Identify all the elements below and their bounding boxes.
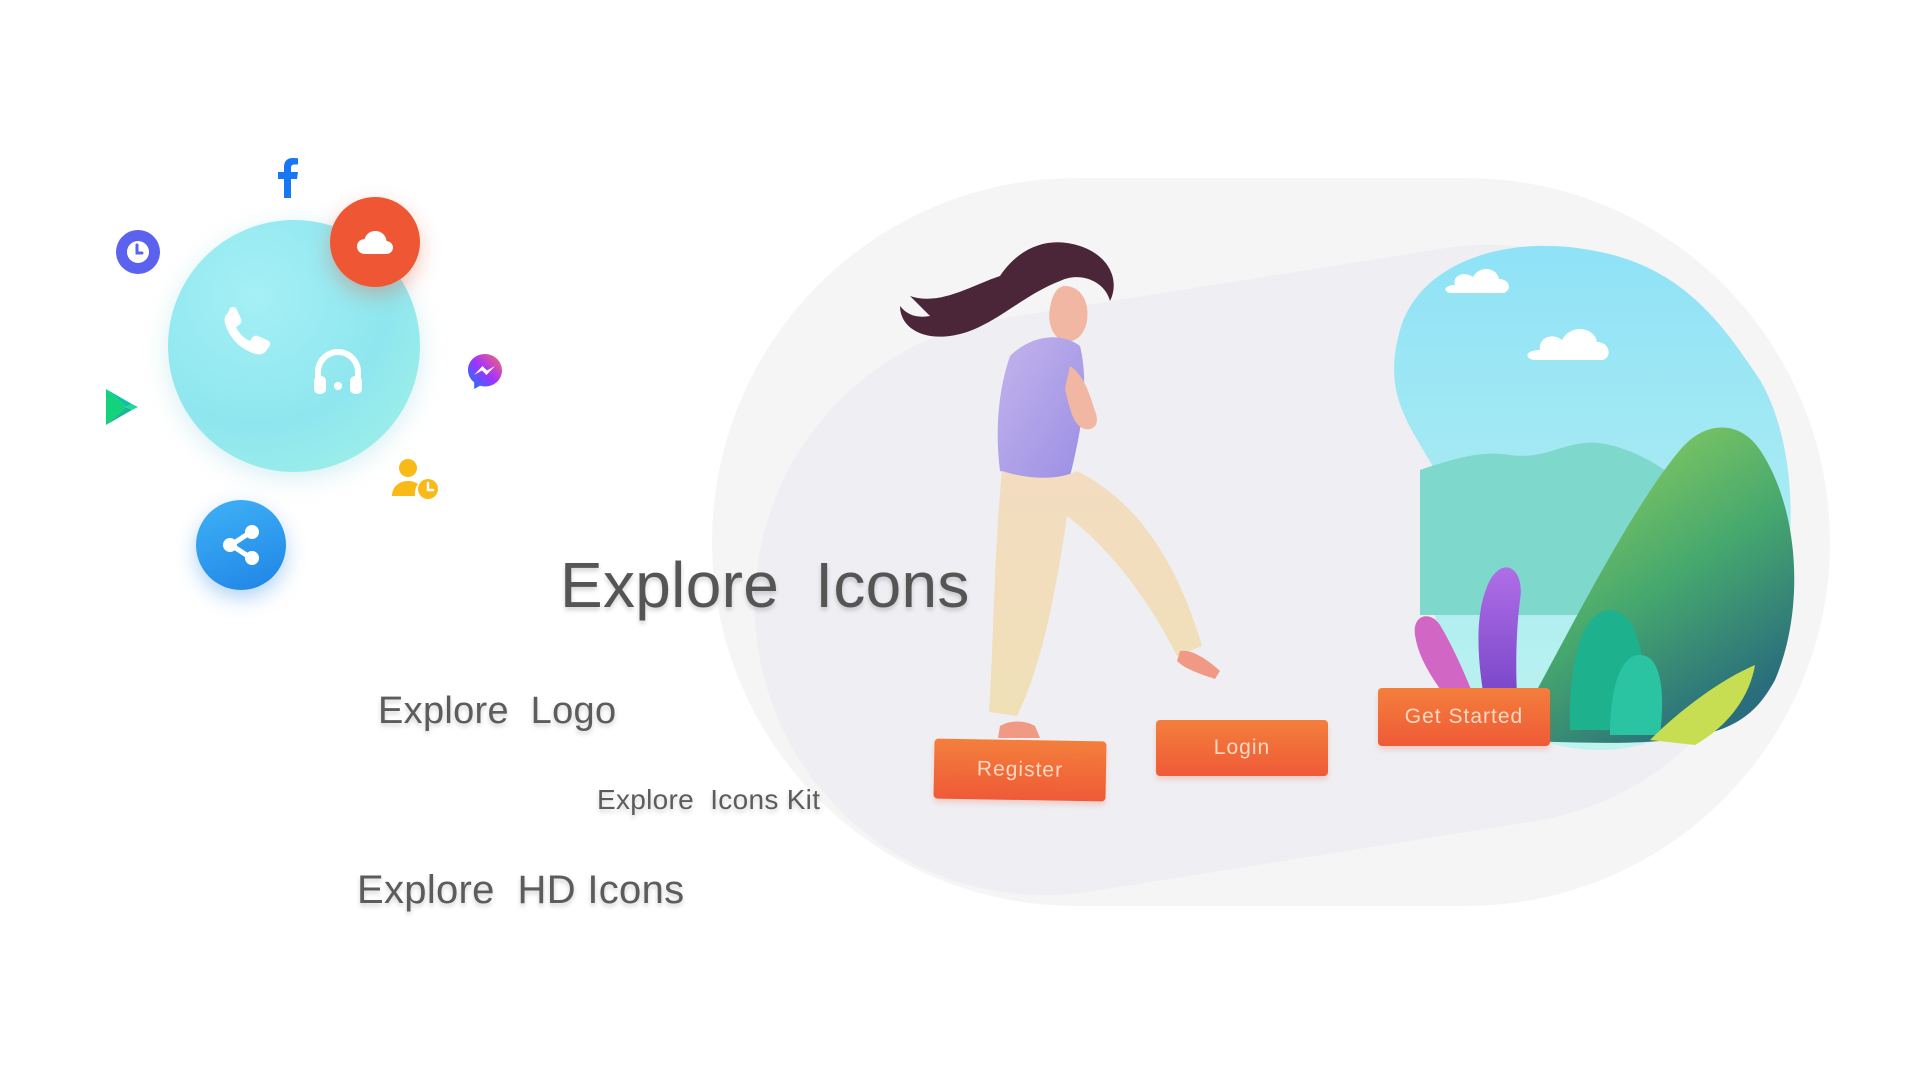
facebook-icon[interactable]	[272, 156, 302, 198]
woman-figure	[900, 242, 1220, 738]
user-clock-icon[interactable]	[390, 458, 440, 500]
landscape-scene	[1394, 245, 1795, 750]
explore-icons-kit-heading[interactable]: Explore Icons Kit	[597, 784, 820, 816]
register-step-button[interactable]: Register	[933, 738, 1107, 802]
messenger-icon[interactable]	[466, 352, 504, 390]
get-started-label: Get Started	[1404, 705, 1524, 728]
share-icon[interactable]	[196, 500, 286, 590]
clock-icon[interactable]	[116, 230, 160, 274]
explore-icons-heading[interactable]: Explore Icons	[560, 548, 970, 622]
play-store-icon[interactable]	[104, 387, 140, 427]
login-step-button[interactable]: Login	[1156, 720, 1328, 776]
explore-logo-heading[interactable]: Explore Logo	[378, 690, 616, 733]
cloud-icon[interactable]	[330, 197, 420, 287]
register-label: Register	[976, 757, 1064, 782]
explore-hd-icons-heading[interactable]: Explore HD Icons	[357, 868, 684, 913]
login-label: Login	[1213, 736, 1271, 759]
get-started-step-button[interactable]: Get Started	[1378, 688, 1550, 746]
phone-icon[interactable]	[218, 302, 278, 362]
headset-icon[interactable]	[308, 342, 368, 402]
